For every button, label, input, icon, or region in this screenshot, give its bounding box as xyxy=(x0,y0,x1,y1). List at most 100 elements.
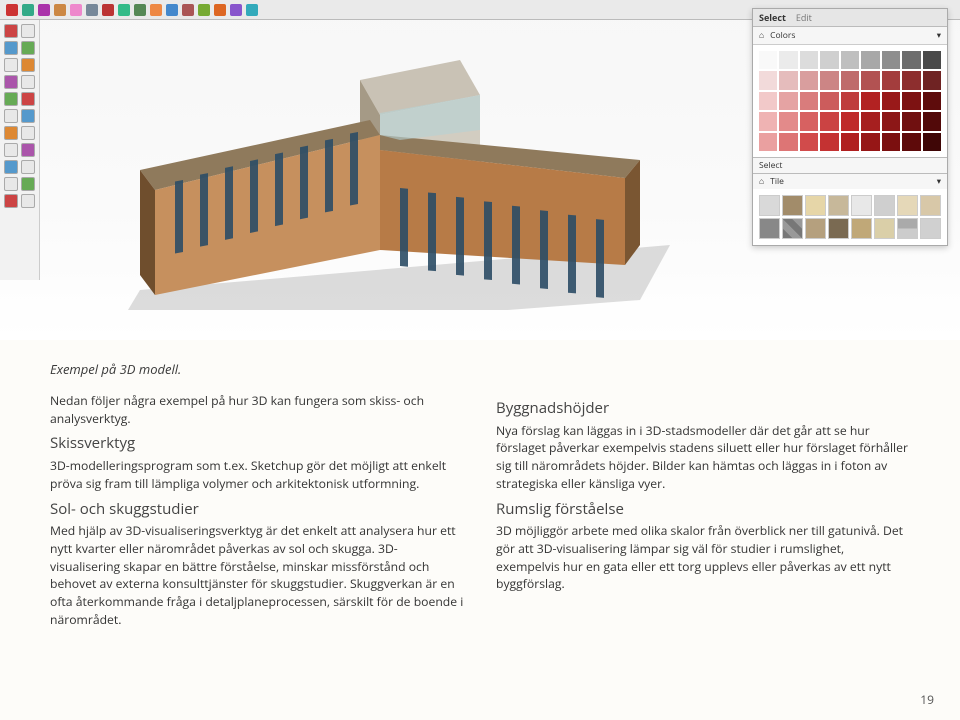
toolbar-icon xyxy=(38,4,50,16)
texture-swatch xyxy=(828,195,849,216)
color-swatch xyxy=(902,71,920,89)
color-swatch xyxy=(882,51,900,69)
paragraph-byggnadshojder: Nya förslag kan läggas in i 3D-stadsmode… xyxy=(496,422,910,493)
toolbar-icon xyxy=(70,4,82,16)
color-swatch xyxy=(923,51,941,69)
colors-dropdown: ⌂ Colors ▾ xyxy=(753,27,947,45)
texture-swatch xyxy=(874,218,895,239)
color-swatch xyxy=(861,92,879,110)
texture-swatches xyxy=(753,189,947,245)
toolbar-icon xyxy=(150,4,162,16)
left-column: Nedan följer några exempel på hur 3D kan… xyxy=(50,392,464,631)
color-swatch xyxy=(882,92,900,110)
tool-icon xyxy=(4,41,18,55)
texture-swatch xyxy=(897,195,918,216)
home-icon: ⌂ xyxy=(759,30,764,41)
color-swatch xyxy=(923,133,941,151)
texture-swatch xyxy=(920,218,941,239)
tool-icon xyxy=(21,41,35,55)
color-swatch xyxy=(800,71,818,89)
color-swatch xyxy=(923,92,941,110)
app-screenshot: Select Edit ⌂ Colors ▾ Select ⌂ Tile ▾ xyxy=(0,0,960,340)
heading-sol-skugg: Sol- och skuggstudier xyxy=(50,499,464,521)
color-swatch xyxy=(861,51,879,69)
materials-panel: Select Edit ⌂ Colors ▾ Select ⌂ Tile ▾ xyxy=(752,8,948,246)
color-swatch xyxy=(841,51,859,69)
heading-skissverktyg: Skissverktyg xyxy=(50,433,464,455)
color-swatch xyxy=(882,133,900,151)
color-swatch xyxy=(923,71,941,89)
home-icon: ⌂ xyxy=(759,176,764,187)
texture-swatch xyxy=(805,218,826,239)
color-swatch xyxy=(923,112,941,130)
color-swatch xyxy=(902,133,920,151)
color-swatch xyxy=(902,51,920,69)
toolbar-icon xyxy=(102,4,114,16)
tool-icon xyxy=(4,24,18,38)
color-swatch xyxy=(800,133,818,151)
sketchup-left-toolbar xyxy=(0,20,40,280)
color-swatch xyxy=(841,71,859,89)
toolbar-icon xyxy=(118,4,130,16)
toolbar-icon xyxy=(198,4,210,16)
texture-swatch xyxy=(920,195,941,216)
tool-icon xyxy=(21,194,35,208)
toolbar-icon xyxy=(182,4,194,16)
color-swatch xyxy=(861,71,879,89)
tool-icon xyxy=(21,126,35,140)
chevron-down-icon: ▾ xyxy=(937,176,941,187)
color-swatch xyxy=(800,112,818,130)
texture-swatch xyxy=(828,218,849,239)
tool-icon xyxy=(21,58,35,72)
heading-rumslig: Rumslig förståelse xyxy=(496,499,910,521)
color-swatch xyxy=(759,92,777,110)
tool-icon xyxy=(21,92,35,106)
toolbar-icon xyxy=(86,4,98,16)
color-swatch xyxy=(841,112,859,130)
color-swatch xyxy=(902,112,920,130)
tile-dropdown: ⌂ Tile ▾ xyxy=(753,173,947,189)
color-swatch xyxy=(779,71,797,89)
texture-swatch xyxy=(782,195,803,216)
figure-caption: Exempel på 3D modell. xyxy=(50,360,960,378)
color-swatch xyxy=(759,133,777,151)
chevron-down-icon: ▾ xyxy=(937,30,941,41)
color-swatch xyxy=(820,51,838,69)
toolbar-icon xyxy=(54,4,66,16)
tab-edit: Edit xyxy=(796,11,812,24)
tool-icon xyxy=(21,160,35,174)
color-swatch xyxy=(779,133,797,151)
tool-icon xyxy=(4,109,18,123)
tile-label: Tile xyxy=(770,176,784,187)
tab-select: Select xyxy=(759,11,786,24)
heading-byggnadshojder: Byggnadshöjder xyxy=(496,398,910,420)
color-swatch xyxy=(779,51,797,69)
toolbar-icon xyxy=(6,4,18,16)
color-swatch xyxy=(759,51,777,69)
color-swatch xyxy=(820,92,838,110)
color-swatches xyxy=(753,45,947,157)
color-swatch xyxy=(841,133,859,151)
paragraph-rumslig: 3D möjliggör arbete med olika skalor frå… xyxy=(496,522,910,593)
color-swatch xyxy=(820,112,838,130)
texture-swatch xyxy=(782,218,803,239)
toolbar-icon xyxy=(22,4,34,16)
tool-icon xyxy=(21,75,35,89)
color-swatch xyxy=(820,133,838,151)
color-swatch xyxy=(841,92,859,110)
tool-icon xyxy=(4,58,18,72)
tool-icon xyxy=(4,143,18,157)
texture-swatch xyxy=(874,195,895,216)
color-swatch xyxy=(800,92,818,110)
texture-swatch xyxy=(851,195,872,216)
toolbar-icon xyxy=(166,4,178,16)
color-swatch xyxy=(820,71,838,89)
toolbar-icon xyxy=(230,4,242,16)
toolbar-icon xyxy=(246,4,258,16)
paragraph-skissverktyg: 3D-modelleringsprogram som t.ex. Sketchu… xyxy=(50,457,464,492)
texture-swatch xyxy=(759,195,780,216)
right-column: Byggnadshöjder Nya förslag kan läggas in… xyxy=(496,392,910,631)
tool-icon xyxy=(21,24,35,38)
materials-panel-tabs: Select Edit xyxy=(753,9,947,27)
building-3d-model xyxy=(80,40,720,310)
